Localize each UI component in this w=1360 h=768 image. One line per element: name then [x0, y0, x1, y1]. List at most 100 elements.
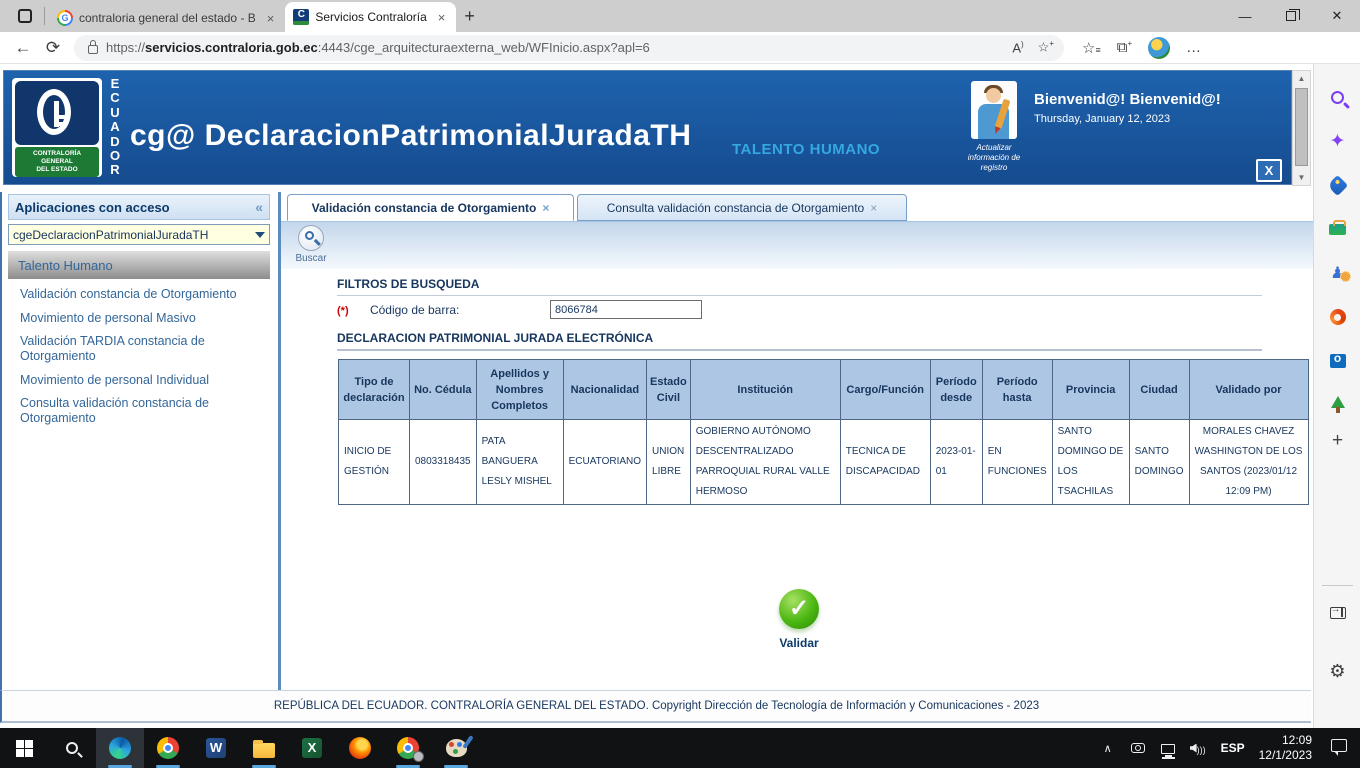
- address-bar[interactable]: https://servicios.contraloria.gob.ec:444…: [74, 35, 1064, 61]
- col-header: Cargo/Función: [840, 360, 930, 420]
- banner-scrollbar[interactable]: ▲ ▼: [1292, 70, 1311, 186]
- sidebar-settings-icon[interactable]: ⚙: [1314, 656, 1360, 686]
- scroll-up-icon[interactable]: ▲: [1293, 71, 1310, 86]
- sidebar-item-validacion-constancia[interactable]: Validación constancia de Otorgamiento: [20, 287, 272, 302]
- declaration-title: DECLARACION PATRIMONIAL JURADA ELECTRÓNI…: [337, 331, 653, 345]
- cell-nacionalidad: ECUATORIANO: [563, 420, 646, 505]
- scrollbar-thumb[interactable]: [1295, 88, 1308, 166]
- add-favorite-icon[interactable]: ☆+: [1038, 39, 1054, 55]
- application-select[interactable]: cgeDeclaracionPatrimonialJuradaTH: [8, 224, 270, 245]
- url-text[interactable]: https://servicios.contraloria.gob.ec:444…: [106, 40, 1012, 55]
- col-header: Validado por: [1189, 360, 1308, 420]
- cell-periodo-desde: 2023-01-01: [930, 420, 982, 505]
- update-registration-link[interactable]: Actualizar información de registro: [962, 143, 1026, 173]
- banner-close-button[interactable]: X: [1256, 159, 1282, 182]
- app-title: cg@ DeclaracionPatrimonialJuradaTH: [130, 119, 691, 153]
- refresh-button[interactable]: ⟳: [38, 38, 68, 58]
- language-indicator[interactable]: ESP: [1213, 741, 1253, 755]
- cell-provincia: SANTO DOMINGO DE LOS TSACHILAS: [1052, 420, 1129, 505]
- meet-now-icon[interactable]: [1123, 741, 1153, 756]
- welcome-text: Bienvenid@! Bienvenid@!: [1034, 91, 1221, 108]
- back-button[interactable]: ←: [8, 38, 38, 58]
- footer-text: REPÚBLICA DEL ECUADOR. CONTRALORÍA GENER…: [274, 700, 1039, 712]
- collapse-sidebar-icon[interactable]: «: [255, 199, 263, 215]
- tab-validacion-constancia[interactable]: Validación constancia de Otorgamiento ×: [287, 194, 574, 221]
- games-icon[interactable]: ♟: [1314, 258, 1360, 288]
- collections-icon[interactable]: ⧉+: [1117, 39, 1132, 56]
- divider: [44, 7, 45, 25]
- taskbar-chrome-profile-button[interactable]: [384, 728, 432, 768]
- hidden-icons-chevron[interactable]: ∧: [1093, 742, 1123, 755]
- tab-close-icon[interactable]: ×: [435, 10, 449, 25]
- taskbar-chrome-button[interactable]: [144, 728, 192, 768]
- clock[interactable]: 12:09 12/1/2023: [1253, 733, 1322, 763]
- scroll-down-icon[interactable]: ▼: [1293, 170, 1310, 185]
- table-row: INICIO DE GESTIÓN 0803318435 PATA BANGUE…: [339, 420, 1309, 505]
- logo-caption: CONTRALORÍA GENERAL DEL ESTADO: [15, 147, 99, 177]
- add-sidebar-item-icon[interactable]: +: [1314, 426, 1360, 456]
- main-area: Validación constancia de Otorgamiento × …: [281, 192, 1313, 690]
- taskbar-search-button[interactable]: [48, 728, 96, 768]
- office-icon[interactable]: [1314, 302, 1360, 332]
- sidebar-item-consulta-validacion[interactable]: Consulta validación constancia de Otorga…: [20, 396, 272, 426]
- tab-actions-menu-icon[interactable]: [12, 3, 38, 29]
- settings-menu-icon[interactable]: …: [1186, 39, 1201, 56]
- volume-icon[interactable]: ))): [1183, 741, 1213, 756]
- excel-icon: X: [302, 738, 322, 758]
- tab-close-icon[interactable]: ×: [870, 201, 877, 215]
- tab-close-icon[interactable]: ×: [542, 201, 549, 215]
- col-header: Ciudad: [1129, 360, 1189, 420]
- copilot-icon[interactable]: ✦: [1314, 126, 1360, 156]
- validar-button[interactable]: Validar: [761, 589, 837, 650]
- taskbar-firefox-button[interactable]: [336, 728, 384, 768]
- tab-close-icon[interactable]: ×: [264, 11, 278, 26]
- sidebar-item-movimiento-masivo[interactable]: Movimiento de personal Masivo: [20, 311, 272, 326]
- restore-button[interactable]: [1268, 0, 1314, 32]
- taskbar-excel-button[interactable]: X: [288, 728, 336, 768]
- new-tab-button[interactable]: +: [464, 6, 475, 27]
- cell-institucion: GOBIERNO AUTÓNOMO DESCENTRALIZADO PARROQ…: [690, 420, 840, 505]
- shopping-icon[interactable]: [1314, 170, 1360, 200]
- network-icon[interactable]: [1153, 741, 1183, 756]
- col-header: Nacionalidad: [563, 360, 646, 420]
- profile-avatar[interactable]: [1148, 37, 1170, 59]
- browser-navbar: ← ⟳ https://servicios.contraloria.gob.ec…: [0, 32, 1360, 64]
- sidebar-item-movimiento-individual[interactable]: Movimiento de personal Individual: [20, 373, 272, 388]
- taskbar-paint-button[interactable]: [432, 728, 480, 768]
- outlook-icon[interactable]: [1314, 346, 1360, 376]
- taskbar-explorer-button[interactable]: [240, 728, 288, 768]
- tools-icon[interactable]: [1314, 214, 1360, 244]
- edge-sidebar: ✦ ♟ + ⚙: [1313, 64, 1360, 728]
- tray-date: 12/1/2023: [1259, 748, 1312, 762]
- sidebar-search-icon[interactable]: [1314, 82, 1360, 112]
- buscar-button[interactable]: Buscar: [289, 225, 333, 264]
- chrome-icon: [157, 737, 179, 759]
- read-aloud-icon[interactable]: A): [1012, 40, 1023, 55]
- sidebar-item-validacion-tardia[interactable]: Validación TARDIA constancia de Otorgami…: [20, 334, 272, 364]
- barcode-input[interactable]: [550, 300, 702, 319]
- cell-validado-por: MORALES CHAVEZ WASHINGTON DE LOS SANTOS …: [1189, 420, 1308, 505]
- sidebar-group-talento-humano[interactable]: Talento Humano: [8, 251, 270, 279]
- notification-center-button[interactable]: [1322, 739, 1356, 757]
- cell-nombres: PATA BANGUERA LESLY MISHEL: [476, 420, 563, 505]
- minimize-button[interactable]: —: [1222, 0, 1268, 32]
- cge-monogram-icon: [15, 81, 99, 145]
- taskbar-edge-button[interactable]: [96, 728, 144, 768]
- start-button[interactable]: [0, 728, 48, 768]
- browser-tab-active[interactable]: Servicios Contraloría ×: [285, 2, 456, 32]
- divider: [337, 349, 1262, 351]
- restore-icon: [1286, 11, 1296, 21]
- browser-titlebar: contraloria general del estado - B × Ser…: [0, 0, 1360, 32]
- close-button[interactable]: ✕: [1314, 0, 1360, 32]
- favorites-icon[interactable]: ☆≡: [1082, 39, 1101, 57]
- lock-icon[interactable]: [88, 45, 98, 54]
- user-avatar-icon[interactable]: [971, 81, 1017, 139]
- browser-tab-inactive[interactable]: contraloria general del estado - B ×: [49, 4, 285, 32]
- hide-sidebar-icon[interactable]: [1314, 598, 1360, 628]
- validar-label: Validar: [761, 636, 837, 650]
- browser-tab-title: contraloria general del estado - B: [79, 11, 256, 25]
- content-panel: FILTROS DE BUSQUEDA (*) Código de barra:…: [281, 269, 1313, 690]
- tab-consulta-validacion[interactable]: Consulta validación constancia de Otorga…: [577, 194, 907, 221]
- tree-icon[interactable]: [1314, 390, 1360, 420]
- taskbar-word-button[interactable]: W: [192, 728, 240, 768]
